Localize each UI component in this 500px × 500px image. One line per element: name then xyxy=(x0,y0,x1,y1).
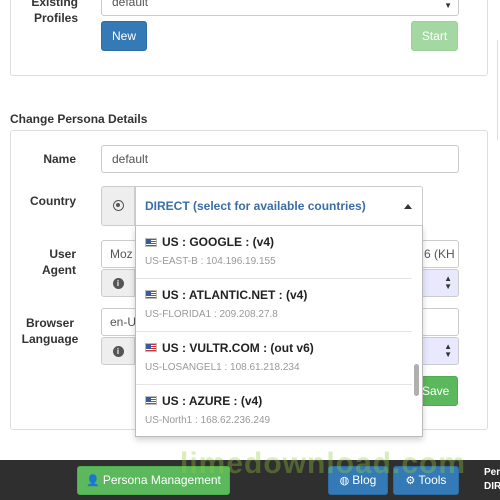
country-select-value: DIRECT (select for available countries) xyxy=(145,199,366,213)
user-agent-label-line1: User xyxy=(49,247,76,261)
us-flag-icon xyxy=(145,396,157,405)
country-dropdown[interactable]: US : GOOGLE : (v4) US-EAST-B : 104.196.1… xyxy=(135,226,423,437)
dropdown-item[interactable]: US : VULTR.COM : (out v6) US-LOSANGEL1 :… xyxy=(136,332,412,385)
caret-up-icon xyxy=(404,204,412,209)
start-button[interactable]: Start xyxy=(411,21,458,51)
user-agent-field-left[interactable]: Moz xyxy=(101,240,137,268)
us-flag-icon xyxy=(145,238,157,247)
country-addon xyxy=(101,186,135,226)
target-icon xyxy=(112,200,124,211)
persona-status-text: Per DIR xyxy=(484,466,500,494)
dropdown-item-title: US : ATLANTIC.NET : (v4) xyxy=(162,288,308,302)
us-flag-icon xyxy=(145,343,157,352)
user-icon: 👤 xyxy=(86,475,100,487)
profiles-select-value: default xyxy=(112,0,149,9)
country-label: Country xyxy=(30,194,76,208)
watermark: limedownload.com xyxy=(180,447,467,480)
name-field[interactable]: default xyxy=(101,145,459,173)
existing-profiles-label: Existing Profiles xyxy=(28,0,78,26)
new-profile-button[interactable]: New xyxy=(101,21,147,51)
browser-language-label: Browser Language xyxy=(20,315,80,347)
country-select[interactable]: DIRECT (select for available countries) xyxy=(135,186,423,226)
dropdown-item-subtitle: US-North1 : 168.62.236.249 xyxy=(145,415,271,426)
info-icon: i xyxy=(112,278,124,289)
dropdown-item[interactable]: US : GOOGLE : (v4) US-EAST-B : 104.196.1… xyxy=(136,226,412,279)
dropdown-item-title: US : AZURE : (v4) xyxy=(162,394,263,408)
name-label: Name xyxy=(43,152,76,166)
dropdown-item-title: US : GOOGLE : (v4) xyxy=(162,235,275,249)
save-button[interactable]: Save xyxy=(421,376,458,406)
browser-language-value: en-U xyxy=(110,315,137,329)
user-agent-label: User Agent xyxy=(26,246,76,278)
existing-profiles-label-line2: Profiles xyxy=(33,11,78,25)
select-arrows-icon: ▲▼ xyxy=(444,342,452,359)
persona-status-line2: DIR xyxy=(484,481,500,492)
user-agent-value-start: Moz xyxy=(110,247,133,261)
select-arrows-icon: ▲▼ xyxy=(444,274,452,291)
browser-language-field-right[interactable] xyxy=(421,308,459,336)
user-agent-value-end: 6 (KH xyxy=(424,247,455,261)
dropdown-item-subtitle: US-EAST-B : 104.196.19.155 xyxy=(145,256,276,267)
browser-language-select-right[interactable]: ▲ ▼ xyxy=(421,337,459,365)
dropdown-item-title: US : VULTR.COM : (out v6) xyxy=(162,341,314,355)
user-agent-select-right[interactable]: ▲ ▼ xyxy=(421,269,459,297)
existing-profiles-label-line1: Existing xyxy=(31,0,78,9)
dropdown-item[interactable]: US : ATLANTIC.NET : (v4) US-FLORIDA1 : 2… xyxy=(136,279,412,332)
us-flag-icon xyxy=(145,290,157,299)
profiles-select[interactable]: default ▲▼ xyxy=(101,0,459,16)
dropdown-item-subtitle: US-LOSANGEL1 : 108.61.218.234 xyxy=(145,362,300,373)
user-agent-label-line2: Agent xyxy=(42,263,76,277)
browser-language-label-line2: Language xyxy=(21,332,79,346)
dropdown-scrollbar[interactable] xyxy=(414,364,419,396)
user-agent-info-addon: i xyxy=(101,269,135,297)
section-title: Change Persona Details xyxy=(10,112,148,126)
dropdown-item[interactable]: US : AZURE : (v4) US-North1 : 168.62.236… xyxy=(136,385,412,436)
user-agent-field-right[interactable]: 6 (KH xyxy=(421,240,459,268)
info-icon: i xyxy=(112,346,124,357)
select-arrows-icon: ▲▼ xyxy=(444,0,452,10)
browser-language-field-left[interactable]: en-U xyxy=(101,308,137,336)
browser-language-info-addon: i xyxy=(101,337,135,365)
name-field-value: default xyxy=(112,152,149,166)
persona-status-line1: Per xyxy=(484,467,500,478)
browser-language-label-line1: Browser xyxy=(25,316,75,330)
dropdown-item-subtitle: US-FLORIDA1 : 209.208.27.8 xyxy=(145,309,278,320)
